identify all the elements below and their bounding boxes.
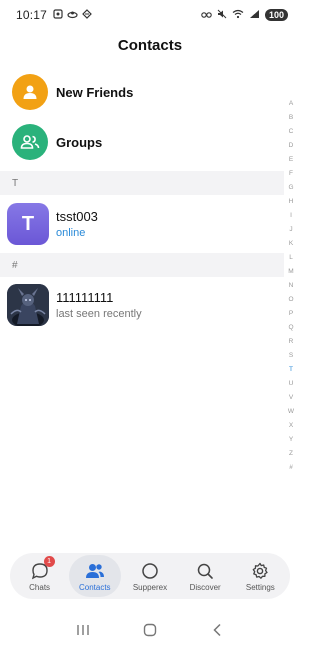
alphabet-index-bar[interactable]: A B C D E F G H I J K L M N O P Q R S T U V W X Y Z # [286,97,296,475]
back-icon [213,623,221,637]
back-button[interactable] [205,618,229,642]
gear-icon [250,561,270,581]
tab-contacts[interactable]: Contacts [68,555,121,597]
contact-status: last seen recently [56,308,142,320]
contact-status: online [56,227,86,239]
index-letter[interactable]: D [289,139,294,153]
index-letter[interactable]: R [289,335,294,349]
index-letter[interactable]: Z [289,447,293,461]
contact-name: tsst003 [56,209,98,224]
index-letter[interactable]: A [289,97,293,111]
mute-icon [217,8,227,22]
home-button[interactable] [138,618,162,642]
contacts-icon [85,561,105,581]
section-header-hash: # [0,253,284,277]
groups-label: Groups [56,134,103,150]
contact-info: tsst003 online [56,209,98,239]
index-letter[interactable]: Y [289,433,293,447]
index-letter[interactable]: P [289,307,293,321]
tab-settings[interactable]: Settings [234,555,286,597]
index-letter[interactable]: X [289,419,293,433]
index-letter[interactable]: C [289,125,294,139]
unread-badge: 1 [43,556,55,567]
section-header-t: T [0,171,284,195]
tab-label: Discover [189,582,221,592]
index-letter[interactable]: B [289,111,293,125]
contact-row[interactable]: T tsst003 online [0,198,288,250]
index-letter[interactable]: G [288,181,293,195]
contact-info: 111111111 last seen recently [56,290,142,320]
index-letter[interactable]: L [289,251,293,265]
status-bar: 10:17 100 [0,0,300,30]
index-letter[interactable]: Q [288,321,293,335]
new-friends-label: New Friends [56,84,134,100]
index-letter[interactable]: S [289,349,293,363]
tab-label: Supperex [132,582,168,592]
index-letter[interactable]: U [289,377,294,391]
group-icon [12,124,48,160]
status-right: 100 [201,8,288,22]
bottom-tab-bar: 1 Chats Contacts Supperex Discover Setti… [10,553,290,599]
vpn-notification-icon [82,8,92,22]
index-letter[interactable]: F [289,167,293,181]
tab-label: Settings [245,582,275,592]
index-letter[interactable]: W [288,405,294,419]
tab-label: Chats [29,582,51,592]
index-letter[interactable]: T [289,363,293,377]
avatar [7,284,49,326]
system-navigation-bar [0,610,300,650]
recent-apps-icon [77,625,90,635]
groups-item[interactable]: Groups [0,117,288,167]
index-letter[interactable]: M [288,265,293,279]
signal-icon [249,8,260,22]
contact-row[interactable]: 111111111 last seen recently [0,279,288,331]
photo-notification-icon [53,8,63,22]
index-letter[interactable]: J [289,223,292,237]
avatar: T [7,203,49,245]
index-letter[interactable]: V [289,391,293,405]
battery-level: 100 [264,9,288,21]
new-friends-item[interactable]: New Friends [0,67,288,117]
page-title: Contacts [117,36,183,54]
index-letter[interactable]: K [289,237,293,251]
avatar-picture [7,284,49,326]
person-icon [12,74,48,110]
notification-icons [53,8,92,22]
tab-supperex[interactable]: Supperex [124,555,176,597]
status-left: 10:17 [16,8,92,22]
circle-icon [140,561,160,581]
status-time: 10:17 [16,8,48,22]
home-icon [143,623,157,637]
index-letter[interactable]: N [289,279,294,293]
search-icon [195,561,215,581]
tab-discover[interactable]: Discover [179,555,231,597]
tab-chats[interactable]: 1 Chats [14,555,66,597]
index-letter[interactable]: O [288,293,293,307]
contact-name: 111111111 [56,290,114,305]
index-letter[interactable]: H [289,195,294,209]
data-saver-icon [201,8,212,22]
index-letter[interactable]: # [289,461,293,475]
recent-apps-button[interactable] [71,618,95,642]
tab-label: Contacts [78,582,111,592]
wifi-icon [232,8,244,22]
cloud-notification-icon [67,8,78,22]
index-letter[interactable]: I [290,209,292,223]
header: Contacts [0,30,300,60]
index-letter[interactable]: E [289,153,293,167]
